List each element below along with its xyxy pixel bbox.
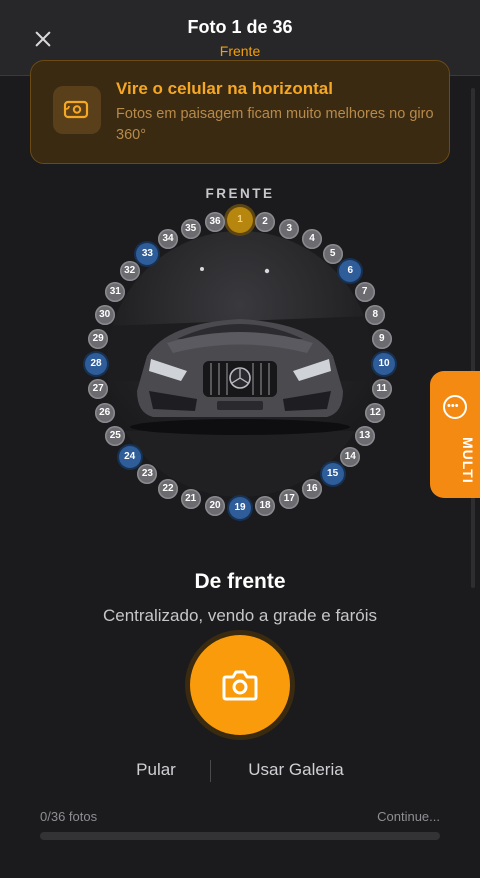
- step-title: De frente: [194, 570, 286, 593]
- continue-link[interactable]: Continue...: [377, 809, 440, 824]
- angle-position-14[interactable]: 14: [340, 446, 361, 467]
- angle-position-25[interactable]: 25: [105, 426, 126, 446]
- angle-position-28[interactable]: 28: [85, 353, 107, 375]
- angle-position-32[interactable]: 32: [119, 261, 140, 282]
- multi-button[interactable]: MULTI: [430, 371, 480, 498]
- angle-position-19[interactable]: 19: [229, 497, 251, 519]
- angle-position-1[interactable]: 1: [227, 207, 253, 233]
- angle-position-10[interactable]: 10: [373, 353, 395, 375]
- angle-position-26[interactable]: 26: [94, 403, 115, 424]
- angle-position-30[interactable]: 30: [94, 304, 115, 325]
- angle-position-16[interactable]: 16: [302, 478, 322, 499]
- progress-bar: [40, 832, 440, 840]
- angle-position-29[interactable]: 29: [88, 329, 109, 349]
- photo-capture-screen: Foto 1 de 36 Frente Vire o celular na ho…: [0, 0, 480, 878]
- angle-position-21[interactable]: 21: [180, 489, 201, 510]
- angle-position-33[interactable]: 33: [136, 242, 159, 265]
- angle-position-36[interactable]: 36: [205, 212, 225, 233]
- angle-position-2[interactable]: 2: [255, 212, 275, 233]
- angle-position-11[interactable]: 11: [371, 379, 392, 399]
- angle-position-23[interactable]: 23: [137, 464, 158, 485]
- angle-position-20[interactable]: 20: [205, 495, 225, 516]
- use-gallery-button[interactable]: Usar Galeria: [236, 760, 356, 780]
- angle-position-5[interactable]: 5: [322, 243, 343, 264]
- angle-position-18[interactable]: 18: [255, 495, 275, 516]
- angle-position-35[interactable]: 35: [180, 218, 201, 239]
- capture-button[interactable]: [190, 635, 290, 735]
- angle-position-7[interactable]: 7: [354, 282, 375, 302]
- camera-icon: [222, 670, 258, 701]
- angle-position-13[interactable]: 13: [354, 426, 375, 446]
- angle-position-31[interactable]: 31: [105, 282, 126, 302]
- skip-button[interactable]: Pular: [110, 760, 202, 780]
- bottom-actions: Pular Usar Galeria: [0, 760, 480, 784]
- angle-position-6[interactable]: 6: [339, 260, 362, 283]
- angle-position-22[interactable]: 22: [158, 478, 178, 499]
- angle-position-8[interactable]: 8: [365, 304, 386, 325]
- angle-position-3[interactable]: 3: [279, 218, 300, 239]
- multi-button-label: MULTI: [460, 437, 476, 484]
- car-preview-image: [107, 231, 373, 497]
- chat-bubble-icon: [443, 395, 467, 419]
- angle-position-24[interactable]: 24: [118, 445, 141, 468]
- angle-position-27[interactable]: 27: [88, 379, 109, 399]
- step-description: Centralizado, vendo a grade e faróis: [102, 606, 378, 625]
- angle-position-15[interactable]: 15: [321, 463, 344, 486]
- photo-count: 0/36 fotos: [40, 809, 98, 824]
- actions-divider: [210, 760, 211, 782]
- angle-position-34[interactable]: 34: [158, 229, 178, 250]
- angle-position-4[interactable]: 4: [302, 229, 322, 250]
- angle-position-17[interactable]: 17: [279, 489, 300, 510]
- angle-position-9[interactable]: 9: [371, 329, 392, 349]
- angle-position-12[interactable]: 12: [365, 403, 386, 424]
- rotation-selector: 1 2 3 4 5 6 7 8 9 10 11 12 13 14 15 16 17 18 19 20 21 22 23 24 2…: [0, 0, 480, 560]
